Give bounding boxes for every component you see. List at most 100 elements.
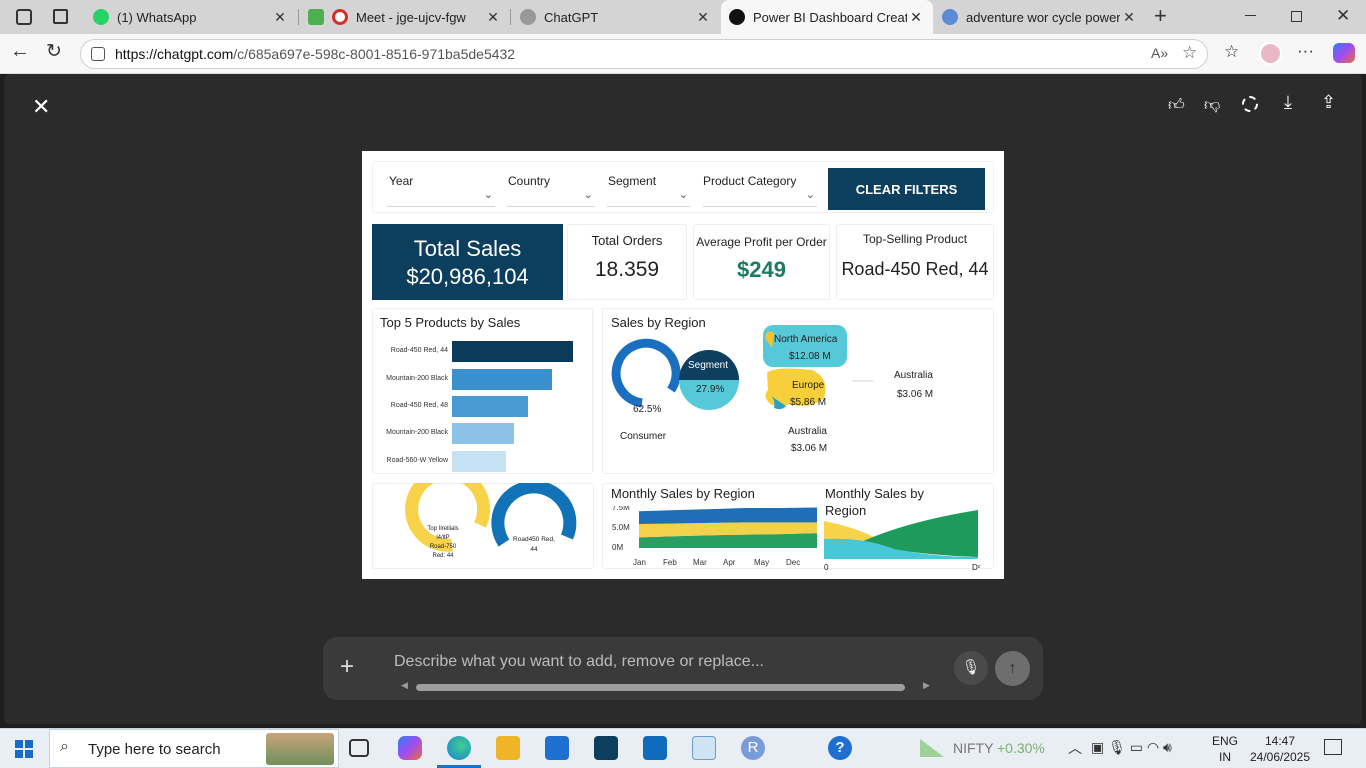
y-tick: 5.0M: [612, 523, 630, 532]
bar[interactable]: [452, 451, 506, 472]
copilot-icon[interactable]: [1333, 43, 1355, 63]
record-icon: [332, 9, 348, 25]
bar[interactable]: [452, 341, 573, 362]
monthly2-chart: [824, 510, 978, 559]
whatsapp-icon: [93, 9, 109, 25]
tray-icons[interactable]: ▣ 🎙︎ ▭ ◠ 🔊︎: [1091, 739, 1172, 756]
outlook-icon[interactable]: [643, 736, 667, 760]
tab-chatgpt[interactable]: ChatGPT ✕: [512, 0, 720, 34]
y-tick: 7.5M: [612, 506, 630, 512]
back-icon[interactable]: ←: [10, 40, 30, 63]
language-indicator[interactable]: ENG IN: [1212, 733, 1238, 765]
notifications-icon[interactable]: [1324, 739, 1342, 755]
download-icon[interactable]: ⤓: [1284, 92, 1292, 113]
taskbar-search-text: Type here to search: [88, 741, 221, 758]
share-icon[interactable]: ⇪: [1321, 92, 1336, 113]
edit-image-icon[interactable]: [1242, 96, 1258, 112]
monthly-title: Monthly Sales by Region: [611, 486, 755, 501]
filter-year-dropdown[interactable]: [387, 188, 495, 207]
kpi-top-label: Top-Selling Product: [862, 232, 968, 246]
tab-powerbi[interactable]: Power BI Dashboard Creatio ✕: [721, 0, 933, 34]
prompt-input[interactable]: Describe what you want to add, remove or…: [394, 653, 764, 671]
edge-icon[interactable]: [447, 736, 471, 760]
close-window-button[interactable]: ✕: [1336, 6, 1350, 26]
thumbs-down-icon[interactable]: 👎︎: [1204, 96, 1220, 115]
favorites-icon[interactable]: ☆: [1224, 42, 1239, 62]
thumbs-up-icon[interactable]: 👍︎: [1168, 96, 1185, 115]
profile-avatar[interactable]: [1259, 42, 1282, 65]
refresh-icon[interactable]: ↻: [46, 40, 62, 63]
tab-search[interactable]: adventure wor cycle power b ✕: [934, 0, 1146, 34]
tab-meet[interactable]: Meet - jge-ujcv-fgw ✕: [300, 0, 510, 34]
bar[interactable]: [452, 396, 528, 417]
close-icon[interactable]: ✕: [271, 9, 289, 26]
minimize-button[interactable]: [1245, 15, 1256, 16]
monthly2-x1: Dᶜ: [972, 563, 981, 572]
workspaces-icon[interactable]: [16, 9, 32, 25]
nifty-chart-icon: [920, 739, 944, 757]
edit-prompt-bar: + Describe what you want to add, remove …: [323, 637, 1043, 700]
copilot-taskbar-icon[interactable]: [398, 736, 422, 760]
mic-button[interactable]: 🎙︎: [954, 651, 988, 685]
more-menu-icon[interactable]: ···: [1297, 41, 1314, 61]
scroll-left-icon[interactable]: ◀: [401, 680, 408, 691]
url-path: /c/685a697e-598c-8001-8516-971ba5de5432: [233, 46, 516, 62]
close-icon[interactable]: ✕: [907, 9, 925, 26]
close-viewer-icon[interactable]: ✕: [32, 94, 50, 120]
close-icon[interactable]: ✕: [694, 9, 712, 26]
tab-whatsapp[interactable]: (1) WhatsApp ✕: [85, 0, 297, 34]
start-button[interactable]: [15, 740, 33, 758]
url-host: https://chatgpt.com: [115, 46, 234, 62]
filter-country-dropdown[interactable]: [507, 188, 595, 207]
top5-title: Top 5 Products by Sales: [380, 315, 521, 330]
tray-chevron-icon[interactable]: ︿: [1068, 738, 1082, 758]
filter-segment-label: Segment: [608, 174, 657, 188]
au-box-value: $3.06 M: [791, 443, 828, 454]
chatgpt-icon: [729, 9, 745, 25]
segment-pct: 27.9%: [696, 384, 725, 395]
add-icon[interactable]: +: [340, 653, 354, 681]
bar[interactable]: [452, 369, 552, 390]
close-icon[interactable]: ✕: [1120, 9, 1138, 26]
close-icon[interactable]: ✕: [484, 9, 502, 26]
filter-category-label: Product Category: [703, 174, 797, 188]
store-icon[interactable]: [545, 736, 569, 760]
address-bar: ← ↻ https://chatgpt.com/c/685a697e-598c-…: [0, 34, 1366, 74]
filter-segment-dropdown[interactable]: [607, 188, 690, 207]
bar[interactable]: [452, 423, 514, 444]
consumer-arc: [611, 338, 681, 408]
bar-label: Road-560-W Yellow: [386, 457, 448, 464]
kpi-profit-value: $249: [737, 257, 786, 282]
help-icon[interactable]: ?: [828, 736, 852, 760]
x-tick: May: [754, 558, 769, 567]
powerbi-desktop-icon[interactable]: [594, 736, 618, 760]
consumer-pct: 62.5%: [633, 404, 662, 415]
favorite-star-icon[interactable]: ☆: [1182, 43, 1197, 63]
file-explorer-icon[interactable]: [496, 736, 520, 760]
url-field[interactable]: https://chatgpt.com/c/685a697e-598c-8001…: [80, 39, 1208, 69]
filter-category-dropdown[interactable]: [703, 188, 817, 207]
restore-button[interactable]: [1291, 11, 1302, 22]
r-icon[interactable]: R: [741, 736, 765, 760]
search-icon: ⌕: [60, 738, 69, 755]
new-tab-button[interactable]: +: [1154, 3, 1167, 29]
horizontal-scrollbar[interactable]: [416, 684, 905, 691]
send-button[interactable]: ↑: [995, 651, 1030, 686]
donut2-text: Road450 Red, 44: [513, 536, 555, 553]
bar-label: Road-450 Red, 48: [390, 402, 448, 409]
consumer-label: Consumer: [620, 431, 667, 442]
scroll-right-icon[interactable]: ▶: [923, 680, 930, 691]
donut1-text: Top Ilrellials l4/ltP Road-750 Red: 44: [427, 526, 459, 559]
task-view-icon[interactable]: [349, 739, 369, 757]
clear-filters-button[interactable]: CLEAR FILTERS: [828, 168, 985, 210]
taskbar-search[interactable]: ⌕ Type here to search: [49, 729, 339, 768]
x-tick: Dec: [786, 558, 800, 567]
tab-bar: (1) WhatsApp ✕ Meet - jge-ujcv-fgw ✕ ChatG…: [0, 0, 1366, 34]
nifty-change[interactable]: +0.30%: [997, 740, 1045, 756]
clock[interactable]: 14:47 24/06/2025: [1250, 733, 1310, 765]
read-aloud-icon[interactable]: A»: [1151, 45, 1168, 61]
snipping-icon[interactable]: [692, 736, 716, 760]
site-info-icon[interactable]: [91, 47, 105, 61]
tab-actions-icon[interactable]: [53, 9, 68, 24]
nifty-label[interactable]: NIFTY: [953, 740, 993, 756]
